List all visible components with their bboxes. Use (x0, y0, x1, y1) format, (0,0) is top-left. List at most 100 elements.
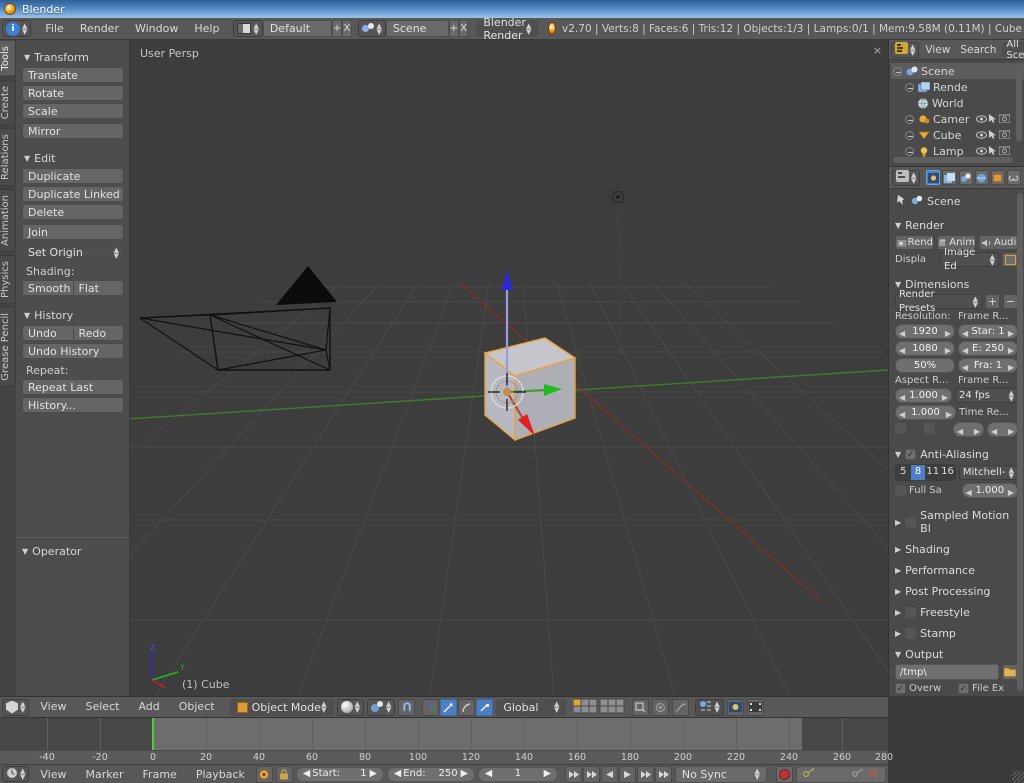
duplicate-button[interactable]: Duplicate (22, 168, 124, 184)
timeline-ruler[interactable]: -40 -20 0 20 40 60 80 100 120 140 160 18… (0, 750, 893, 764)
panel-edit-header[interactable]: ▼ Edit (20, 149, 126, 168)
next-keyframe-icon[interactable] (636, 765, 654, 783)
manipulator-scale-icon[interactable] (476, 698, 494, 716)
preset-add-button[interactable]: + (985, 294, 1000, 309)
viewport-close-icon[interactable]: × (873, 44, 882, 57)
render-animation-icon[interactable] (746, 698, 764, 716)
aa-filter-size-field[interactable]: ◀ 1.000 ▶ (961, 483, 1018, 498)
viewport-menu-add[interactable]: Add (130, 696, 167, 718)
tab-grease-pencil[interactable]: Grease Pencil (0, 306, 16, 387)
screen-add-button[interactable]: + (331, 20, 343, 37)
outliner-menu-view[interactable]: View (921, 44, 954, 56)
collapse-toggle-icon[interactable] (905, 146, 914, 156)
timeline-menu-playback[interactable]: Playback (188, 765, 253, 783)
aa-samples-5[interactable]: 5 (896, 465, 911, 480)
aspect-x-field[interactable]: ◀ 1.000 ▶ (895, 388, 952, 403)
panel-history-header[interactable]: ▼ History (20, 306, 126, 325)
add-keyframe-icon[interactable] (852, 768, 864, 781)
shade-flat-button[interactable]: Flat (74, 281, 124, 295)
screen-delete-button[interactable]: X (342, 20, 352, 37)
border-checkbox[interactable] (895, 422, 906, 434)
outliner-row-scene[interactable]: Scene (891, 63, 1024, 79)
frame-start-field[interactable]: ◀ Star: 1 ▶ (958, 324, 1018, 339)
viewport-3d-canvas[interactable]: Z Y (130, 40, 888, 696)
selectable-cursor-icon[interactable] (989, 113, 997, 126)
manipulator-translate-icon[interactable] (440, 698, 458, 716)
lock-scene-icon[interactable] (632, 698, 650, 716)
tab-tools[interactable]: Tools (0, 40, 16, 77)
timeline-menu-frame[interactable]: Frame (135, 765, 185, 783)
full-sample-checkbox[interactable] (895, 485, 906, 496)
jump-start-icon[interactable] (564, 765, 582, 783)
manipulator-rotate-icon[interactable] (458, 698, 476, 716)
keying-set-field[interactable] (795, 765, 886, 783)
sync-mode-selector[interactable]: No Sync ▲ ▼ (674, 765, 767, 783)
proportional-falloff-icon[interactable] (672, 698, 690, 716)
prev-keyframe-icon[interactable] (582, 765, 600, 783)
outliner-row-renderlayers[interactable]: Rende (891, 79, 1024, 95)
outliner-vertical-scrollbar[interactable] (1016, 64, 1022, 142)
viewport-3d[interactable]: Z Y User Persp × (1) Cube (130, 40, 888, 696)
scene-layers-icon[interactable] (573, 698, 629, 716)
output-path-field[interactable]: /tmp\ (895, 664, 999, 680)
rotate-button[interactable]: Rotate (22, 85, 124, 101)
collapse-toggle-icon[interactable] (905, 114, 914, 124)
record-icon[interactable] (775, 765, 793, 783)
panel-performance-header[interactable]: ▶ Performance (893, 561, 1020, 580)
snap-magnet-icon[interactable] (398, 698, 416, 716)
properties-tab-render[interactable] (926, 170, 941, 185)
redo-button[interactable]: Redo (74, 326, 124, 340)
proportional-edit-icon[interactable] (652, 698, 670, 716)
collapse-toggle-icon[interactable] (905, 82, 914, 92)
selectable-cursor-icon[interactable] (989, 145, 997, 158)
panel-shading-header[interactable]: ▶ Shading (893, 540, 1020, 559)
panel-post-processing-header[interactable]: ▶ Post Processing (893, 582, 1020, 601)
timeline-editor-type-selector[interactable]: ▲ ▼ (2, 766, 30, 782)
overwrite-checkbox[interactable]: ✓ (895, 683, 906, 694)
translate-button[interactable]: Translate (22, 67, 124, 83)
properties-vertical-scrollbar[interactable] (1017, 193, 1023, 691)
undo-history-button[interactable]: Undo History (22, 343, 124, 359)
collapse-toggle-icon[interactable] (893, 66, 902, 76)
render-image-button[interactable]: Rend (895, 235, 934, 250)
freestyle-checkbox[interactable] (905, 607, 917, 618)
panel-transform-header[interactable]: ▼ Transform (20, 48, 126, 67)
pivot-point-selector[interactable]: ▲ ▼ (366, 698, 396, 716)
properties-tab-constraints[interactable] (1006, 170, 1021, 185)
resolution-percentage-field[interactable]: 50% (895, 358, 955, 373)
outliner-editor-type-selector[interactable]: ▲ ▼ (891, 41, 920, 58)
scene-delete-button[interactable]: X (459, 20, 469, 37)
aa-samples-16[interactable]: 16 (940, 465, 955, 480)
scene-datablock-selector[interactable]: ▲ ▼ (357, 20, 386, 37)
menu-file[interactable]: File (37, 18, 71, 40)
current-frame-field[interactable]: ◀ 1 ▶ (477, 766, 558, 782)
panel-antialiasing-header[interactable]: ▼ ✓ Anti-Aliasing (893, 445, 1020, 464)
play-reverse-icon[interactable] (600, 765, 618, 783)
frame-step-field[interactable]: ◀ Fra: 1 ▶ (958, 358, 1018, 373)
motion-blur-checkbox[interactable] (905, 516, 917, 528)
play-icon[interactable] (618, 765, 636, 783)
antialiasing-checkbox[interactable]: ✓ (905, 449, 917, 460)
viewport-menu-object[interactable]: Object (171, 696, 223, 718)
scene-add-button[interactable]: + (448, 20, 460, 37)
jump-end-icon[interactable] (654, 765, 672, 783)
outliner-tree[interactable]: Scene Rende World Camer Cube Lamp (889, 60, 1024, 166)
mirror-button[interactable]: Mirror (22, 123, 124, 139)
tab-create[interactable]: Create (0, 79, 16, 125)
aa-samples-8[interactable]: 8 (910, 465, 926, 480)
time-remap-old-field[interactable]: ◀ ▶ (953, 422, 984, 437)
outliner-menu-search[interactable]: Search (956, 44, 1000, 56)
menu-window[interactable]: Window (127, 18, 186, 40)
outliner-display-mode[interactable]: All Scenes (1002, 39, 1024, 61)
viewport-menu-view[interactable]: View (32, 696, 74, 718)
snap-element-selector[interactable]: ▲ ▼ (695, 698, 724, 716)
viewport-menu-select[interactable]: Select (78, 696, 128, 718)
aspect-y-field[interactable]: ◀ 1.000 ▶ (895, 405, 956, 420)
display-mode-selector[interactable]: Image Ed ▲ ▼ (940, 247, 999, 272)
timeline-menu-marker[interactable]: Marker (78, 765, 132, 783)
folder-icon[interactable] (1002, 664, 1018, 680)
renderable-camera-icon[interactable] (998, 129, 1011, 142)
properties-tab-renderlayers[interactable] (942, 170, 957, 185)
properties-tab-world[interactable] (974, 170, 989, 185)
visibility-eye-icon[interactable] (976, 129, 987, 142)
